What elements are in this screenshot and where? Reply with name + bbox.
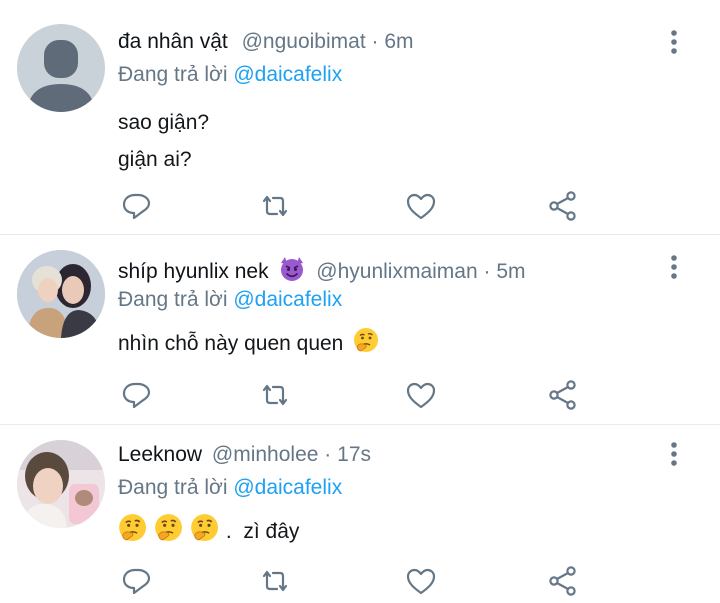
user-handle[interactable]: @hyunlixmaiman bbox=[316, 260, 477, 283]
reply-button[interactable] bbox=[120, 378, 154, 412]
thinking-face-emoji bbox=[118, 513, 148, 543]
share-button[interactable] bbox=[546, 189, 580, 223]
retweet-icon bbox=[262, 570, 288, 592]
replying-to: Đang trả lời @daicafelix bbox=[118, 63, 342, 87]
user-handle[interactable]: @minholee bbox=[212, 443, 319, 466]
timestamp: 5m bbox=[496, 260, 526, 283]
tweet-card[interactable]: shíp hyunlix nek @hyunlixmaiman · 5m Đan… bbox=[0, 235, 720, 425]
display-name[interactable]: đa nhân vật bbox=[118, 30, 228, 53]
replying-to-handle[interactable]: @daicafelix bbox=[233, 476, 342, 499]
share-icon bbox=[549, 566, 576, 596]
timestamp: 6m bbox=[384, 30, 414, 53]
tweet-text: . zì đây bbox=[118, 513, 299, 550]
tweet-header: đa nhân vật @nguoibimat · 6m bbox=[118, 30, 414, 54]
more-vertical-icon bbox=[671, 255, 677, 279]
display-name[interactable]: shíp hyunlix nek bbox=[118, 260, 269, 283]
tweet-text-line: sao giận? bbox=[118, 111, 210, 134]
avatar[interactable] bbox=[17, 250, 105, 338]
display-name[interactable]: Leeknow bbox=[118, 443, 202, 466]
retweet-button[interactable] bbox=[258, 189, 292, 223]
retweet-icon bbox=[262, 384, 288, 406]
more-options-button[interactable] bbox=[664, 441, 684, 469]
tweet-text-line: . zì đây bbox=[225, 520, 300, 543]
separator: · bbox=[371, 30, 379, 53]
replying-to-handle[interactable]: @daicafelix bbox=[233, 63, 342, 86]
retweet-button[interactable] bbox=[258, 378, 292, 412]
timestamp: 17s bbox=[337, 443, 371, 466]
default-avatar-icon bbox=[27, 40, 95, 112]
avatar[interactable] bbox=[17, 24, 105, 112]
tweet-text: sao giận? giận ai? bbox=[118, 104, 209, 178]
smiling-face-with-horns-emoji bbox=[278, 255, 306, 283]
thinking-face-emoji bbox=[154, 513, 184, 543]
replying-to-label: Đang trả lời bbox=[118, 63, 228, 86]
separator: · bbox=[324, 443, 332, 466]
share-button[interactable] bbox=[546, 564, 580, 598]
action-bar bbox=[118, 378, 598, 412]
retweet-icon bbox=[262, 195, 288, 217]
thinking-face-emoji bbox=[353, 327, 381, 355]
tweet-header: shíp hyunlix nek @hyunlixmaiman · 5m bbox=[118, 255, 526, 284]
tweet-text-line: giận ai? bbox=[118, 148, 192, 171]
more-vertical-icon bbox=[671, 30, 677, 54]
reply-icon bbox=[122, 382, 151, 409]
action-bar bbox=[118, 189, 598, 223]
avatar[interactable] bbox=[17, 440, 105, 528]
thinking-face-emoji bbox=[190, 513, 220, 543]
more-options-button[interactable] bbox=[664, 29, 684, 57]
replying-to: Đang trả lời @daicafelix bbox=[118, 476, 342, 500]
retweet-button[interactable] bbox=[258, 564, 292, 598]
separator: · bbox=[483, 260, 491, 283]
profile-photo bbox=[17, 250, 105, 338]
heart-icon bbox=[406, 193, 436, 220]
tweet-text-line: nhìn chỗ này quen quen bbox=[118, 332, 344, 355]
like-button[interactable] bbox=[404, 189, 438, 223]
replying-to-handle[interactable]: @daicafelix bbox=[233, 288, 342, 311]
more-options-button[interactable] bbox=[664, 254, 684, 282]
reply-button[interactable] bbox=[120, 189, 154, 223]
share-icon bbox=[549, 191, 576, 221]
like-button[interactable] bbox=[404, 378, 438, 412]
heart-icon bbox=[406, 382, 436, 409]
tweet-header: Leeknow @minholee · 17s bbox=[118, 443, 371, 467]
replying-to: Đang trả lời @daicafelix bbox=[118, 288, 342, 312]
action-bar bbox=[118, 564, 598, 598]
tweet-card[interactable]: đa nhân vật @nguoibimat · 6m Đang trả lờ… bbox=[0, 0, 720, 235]
heart-icon bbox=[406, 568, 436, 595]
user-handle[interactable]: @nguoibimat bbox=[242, 30, 366, 53]
reply-button[interactable] bbox=[120, 564, 154, 598]
replying-to-label: Đang trả lời bbox=[118, 476, 228, 499]
like-button[interactable] bbox=[404, 564, 438, 598]
replying-to-label: Đang trả lời bbox=[118, 288, 228, 311]
tweet-card[interactable]: Leeknow @minholee · 17s Đang trả lời @da… bbox=[0, 425, 720, 603]
share-button[interactable] bbox=[546, 378, 580, 412]
reply-icon bbox=[122, 568, 151, 595]
more-vertical-icon bbox=[671, 442, 677, 466]
reply-icon bbox=[122, 193, 151, 220]
share-icon bbox=[549, 380, 576, 410]
tweet-text: nhìn chỗ này quen quen bbox=[118, 325, 381, 362]
profile-photo bbox=[17, 440, 105, 528]
